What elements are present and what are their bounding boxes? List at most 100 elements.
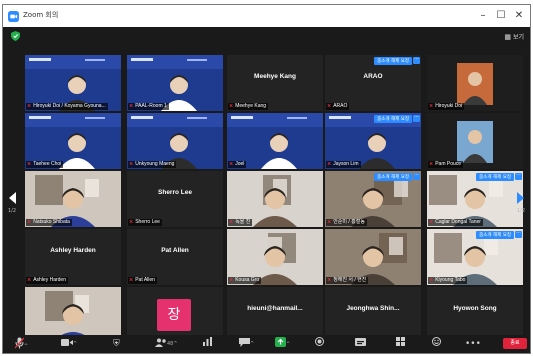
participant-tile[interactable]: 줌소개 해제 요청 ··· ⨯ Kiyoung Tabo: [427, 229, 523, 285]
participant-name: 독을 진: [235, 219, 251, 225]
participant-display-name: Meehye Kang: [254, 73, 296, 80]
participant-tile[interactable]: 줌소개 해제 요청 ··· ⨯ 안준미 / 홍철동: [325, 171, 421, 227]
chat-icon[interactable]: ^: [239, 337, 254, 351]
participant-tile[interactable]: ARAO 줌소개 해제 요청 ··· ⨯ ARAO: [325, 55, 421, 111]
participant-name: Kiyoung Tabo: [435, 277, 466, 283]
muted-mic-icon: ⨯: [429, 219, 434, 225]
previous-page-arrow-icon[interactable]: [9, 192, 16, 204]
participant-name-label: ⨯ Sherro Lee: [128, 219, 162, 226]
participant-name-label: ⨯ 독을 진: [228, 219, 253, 226]
participant-name: Taehee Choi: [33, 161, 62, 167]
participant-name: Hiroyuki Doi / Koyama Gyouna...: [33, 103, 106, 109]
page-indicator-left: 1/2: [8, 208, 17, 214]
record-icon[interactable]: [315, 337, 324, 351]
more-options-icon[interactable]: ···: [413, 173, 420, 180]
participant-tile[interactable]: 줌소개 해제 요청 ··· ⨯ Jayson Lim: [325, 113, 421, 169]
participant-name-label: ⨯ Ashley Harden: [26, 277, 68, 284]
participant-tile[interactable]: ⨯ Joel: [227, 113, 323, 169]
participant-name-label: ⨯ PAAL-Room 1: [128, 103, 169, 110]
participant-tile[interactable]: Ashley Harden ⨯ Ashley Harden: [25, 229, 121, 285]
participant-tile[interactable]: Meehye Kang ⨯ Meehye Kang: [227, 55, 323, 111]
participant-tile[interactable]: ⨯ Hiroyuki Doi: [427, 55, 523, 111]
participant-name-label: ⨯ Pat Allen: [128, 277, 157, 284]
reactions-icon[interactable]: [432, 337, 441, 351]
participant-name: Jayson Lim: [333, 161, 359, 167]
unmute-request-badge[interactable]: 줌소개 해제 요청: [374, 173, 412, 181]
end-meeting-button[interactable]: 종료: [503, 338, 527, 349]
muted-mic-icon: ⨯: [429, 161, 434, 167]
participant-name: Hiroyuki Doi: [435, 103, 463, 109]
apps-icon[interactable]: [396, 337, 405, 351]
muted-mic-icon: ⨯: [129, 161, 134, 167]
participant-display-name: Pat Allen: [161, 247, 189, 254]
participant-name: Joel: [235, 161, 245, 167]
participant-tile[interactable]: ⨯ Unkyoung Maeng: [127, 113, 223, 169]
participant-tile[interactable]: ⨯ Hiroyuki Doi / Koyama Gyouna...: [25, 55, 121, 111]
poll-icon[interactable]: [203, 337, 212, 351]
unmute-request-badge[interactable]: 줌소개 해제 요청: [476, 231, 514, 239]
participant-name: PAAL-Room 1: [135, 103, 167, 109]
unmute-request-badge[interactable]: 줌소개 해제 요청: [374, 115, 412, 123]
muted-mic-icon: ⨯: [129, 219, 134, 225]
participants-icon[interactable]: 48^: [155, 337, 178, 351]
participant-display-name: Ashley Harden: [50, 247, 96, 254]
unmute-request-badge[interactable]: 줌소개 해제 요청: [374, 57, 412, 65]
participant-name-label: ⨯ Taehee Choi: [26, 161, 64, 168]
muted-mic-icon: ⨯: [429, 277, 434, 283]
participant-name: Ashley Harden: [33, 277, 66, 283]
participant-name: Unkyoung Maeng: [135, 161, 175, 167]
participant-tile[interactable]: ⨯ Kousa Gro: [227, 229, 323, 285]
more-options-icon[interactable]: ···: [515, 231, 522, 238]
muted-mic-icon: ⨯: [27, 219, 32, 225]
participant-tile[interactable]: 줌소개 해제 요청 ··· ⨯ Caglar Dongal Taner: [427, 171, 523, 227]
participant-name-label: ⨯ ARAO: [326, 103, 350, 110]
participant-tile[interactable]: ⨯ 정해진 서 / 현진: [325, 229, 421, 285]
participant-name: Pam Pouce: [435, 161, 462, 167]
more-options-icon[interactable]: ···: [413, 57, 420, 64]
muted-mic-icon: ⨯: [327, 161, 332, 167]
participant-tile[interactable]: ⨯ Taehee Choi: [25, 113, 121, 169]
muted-mic-icon: ⨯: [229, 103, 234, 109]
muted-mic-icon: ⨯: [327, 219, 332, 225]
participant-name-label: ⨯ Unkyoung Maeng: [128, 161, 177, 168]
participant-tile[interactable]: ⨯ Natsuko Shibata: [25, 171, 121, 227]
participant-tile[interactable]: ⨯ PAAL-Room 1: [127, 55, 223, 111]
participant-tile[interactable]: ⨯ Pam Pouce: [427, 113, 523, 169]
participant-display-name: ARAO: [363, 73, 383, 80]
more-options-icon[interactable]: ···: [413, 115, 420, 122]
participant-name: Kousa Gro: [235, 277, 260, 283]
muted-mic-icon: ⨯: [27, 277, 32, 283]
participant-name: ARAO: [333, 103, 348, 109]
caption-icon[interactable]: [355, 337, 366, 351]
participant-name: Meehye Kang: [235, 103, 267, 109]
muted-mic-icon: ⨯: [229, 161, 234, 167]
muted-mic-icon: ⨯: [429, 103, 434, 109]
gallery-grid: ⨯ Hiroyuki Doi / Koyama Gyouna... ⨯ PAAL-R…: [3, 5, 530, 353]
participant-tile[interactable]: ⨯ 독을 진: [227, 171, 323, 227]
participant-name: Sherro Lee: [135, 219, 160, 225]
security-icon[interactable]: ⛨: [113, 337, 120, 351]
next-page-arrow-icon[interactable]: [517, 192, 524, 204]
participant-name-label: ⨯ Hiroyuki Doi: [428, 103, 465, 110]
muted-mic-icon: ⨯: [129, 277, 134, 283]
participant-tile[interactable]: Pat Allen ⨯ Pat Allen: [127, 229, 223, 285]
video-icon[interactable]: ^: [61, 337, 77, 351]
more-options-icon[interactable]: ···: [515, 173, 522, 180]
more-icon[interactable]: •••: [465, 337, 481, 351]
muted-mic-icon: ⨯: [229, 277, 234, 283]
muted-mic-icon: ⨯: [327, 103, 332, 109]
participant-display-name: Jeonghwa Shin...: [346, 305, 400, 312]
unmute-request-badge[interactable]: 줌소개 해제 요청: [476, 173, 514, 181]
participant-name: 안준미 / 홍철동: [333, 219, 365, 225]
participant-name: Pat Allen: [135, 277, 155, 283]
participant-name-label: ⨯ Joel: [228, 161, 247, 168]
participant-name: 정해진 서 / 현진: [333, 277, 367, 283]
mic-icon[interactable]: ^: [14, 337, 28, 351]
participant-name-label: ⨯ Meehye Kang: [228, 103, 269, 110]
participant-tile[interactable]: Sherro Lee ⨯ Sherro Lee: [127, 171, 223, 227]
avatar: 장: [157, 299, 191, 331]
participant-display-name: hieuni@hanmail...: [247, 305, 303, 312]
participant-display-name: Hyowon Song: [453, 305, 497, 312]
share-icon[interactable]: ^: [275, 337, 290, 351]
participant-name-label: ⨯ Jayson Lim: [326, 161, 361, 168]
